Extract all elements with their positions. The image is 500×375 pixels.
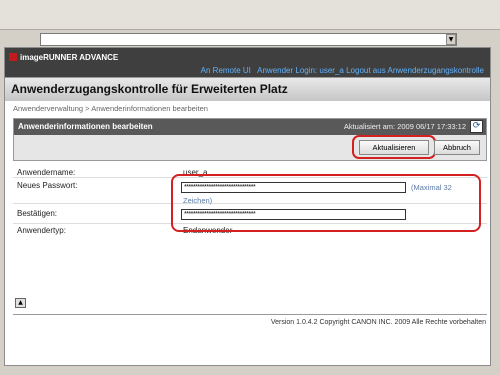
edit-panel: Anwenderinformationen bearbeiten Aktuali… — [13, 118, 487, 161]
browser-menu-bar — [0, 0, 500, 30]
cancel-button[interactable]: Abbruch — [434, 140, 480, 155]
logout-link[interactable]: Logout aus Anwenderzugangskontrolle — [346, 66, 484, 75]
breadcrumb: Anwenderverwaltung > Anwenderinformation… — [13, 104, 208, 113]
confirm-label: Bestätigen: — [17, 209, 58, 218]
highlight-ring-password — [171, 174, 481, 232]
window-edge — [492, 47, 499, 366]
browser-toolbar: ▼ — [0, 0, 500, 46]
panel-header: Anwenderinformationen bearbeiten Aktuali… — [14, 119, 486, 135]
page-header: imageRUNNER ADVANCE An Remote UI Anwende… — [5, 48, 490, 101]
remote-ui-link[interactable]: An Remote UI — [201, 66, 251, 75]
breadcrumb-user-management[interactable]: Anwenderverwaltung — [13, 104, 83, 113]
page-title: Anwenderzugangskontrolle für Erweiterten… — [11, 82, 288, 96]
user-type-label: Anwendertyp: — [17, 226, 66, 235]
copyright-footer: Version 1.0.4.2 Copyright CANON INC. 200… — [270, 319, 486, 326]
last-updated: Aktualisiert am: 2009 06/17 17:33:12 — [343, 122, 466, 131]
address-bar[interactable] — [40, 33, 457, 46]
canon-logo-icon — [9, 53, 17, 61]
panel-actions: Aktualisieren Abbruch — [14, 135, 486, 160]
footer-divider — [13, 314, 487, 315]
chevron-down-icon[interactable]: ▼ — [446, 34, 456, 45]
new-password-label: Neues Passwort: — [17, 181, 78, 190]
page-title-bar: Anwenderzugangskontrolle für Erweiterten… — [5, 77, 490, 101]
breadcrumb-current: Anwenderinformationen bearbeiten — [91, 104, 208, 113]
logo-text: imageRUNNER ADVANCE — [20, 53, 119, 62]
login-info: Anwender Login: user_a — [257, 66, 344, 75]
apply-button[interactable]: Aktualisieren — [359, 140, 429, 155]
panel-title: Anwenderinformationen bearbeiten — [18, 122, 153, 131]
remote-ui-page: imageRUNNER ADVANCE An Remote UI Anwende… — [4, 47, 491, 366]
back-to-top-icon[interactable]: ▲ — [15, 298, 26, 308]
breadcrumb-separator: > — [85, 104, 90, 113]
refresh-icon[interactable]: ⟳ — [470, 120, 483, 133]
username-label: Anwendername: — [17, 168, 76, 177]
product-logo: imageRUNNER ADVANCE — [9, 53, 118, 62]
header-info: An Remote UI Anwender Login: user_a Logo… — [201, 66, 484, 75]
